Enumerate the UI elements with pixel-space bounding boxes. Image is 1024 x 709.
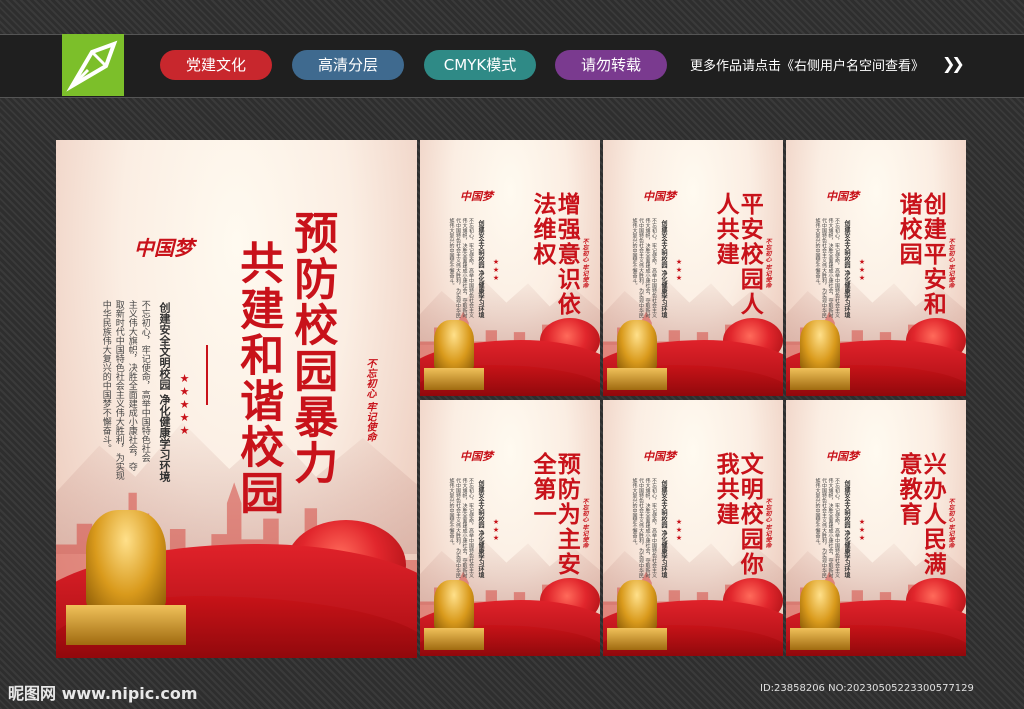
stone-lion bbox=[617, 320, 657, 370]
small-poster-title: 创建平安和谐校园 bbox=[895, 192, 947, 317]
stone-lion bbox=[800, 580, 840, 630]
star-decoration: ★★★ bbox=[675, 518, 683, 542]
lion-pedestal bbox=[424, 628, 484, 650]
small-poster: 中国梦 创建平安和谐校园 创建安全文明校园 净化健康学习环境 不忘初心，牢记使命… bbox=[786, 140, 966, 396]
pill-cmyk-mode[interactable]: CMYK模式 bbox=[424, 50, 536, 80]
main-body-3: 取新时代中国特色社会主义伟大胜利，为实现 bbox=[113, 300, 124, 480]
small-poster-title: 增强意识依法维权 bbox=[529, 192, 581, 317]
star-decoration: ★★★ bbox=[492, 518, 500, 542]
lion-pedestal bbox=[607, 368, 667, 390]
small-poster-title: 兴办人民满意教育 bbox=[895, 452, 947, 577]
small-poster: 中国梦 预防为主安全第一 创建安全文明校园 净化健康学习环境 不忘初心，牢记使命… bbox=[420, 400, 600, 656]
lion-pedestal bbox=[66, 605, 186, 645]
star-decoration: ★★★ bbox=[858, 258, 866, 282]
china-dream-logo: 中国梦 bbox=[643, 450, 676, 463]
main-subtitle: 创建安全文明校园 净化健康学习环境 bbox=[158, 302, 171, 482]
lion-pedestal bbox=[790, 368, 850, 390]
image-id-text: ID:23858206 NO:20230505223300577129 bbox=[760, 683, 974, 694]
stone-lion bbox=[434, 320, 474, 370]
small-poster-title: 平安校园人人共建 bbox=[712, 192, 764, 317]
star-decoration: ★★★ bbox=[492, 258, 500, 282]
pill-hd-layers[interactable]: 高清分层 bbox=[292, 50, 404, 80]
star-decoration: ★★★ bbox=[675, 258, 683, 282]
lion-pedestal bbox=[790, 628, 850, 650]
small-body: 不忘初心，牢记使命，高举中国特色社会主义伟大旗帜，决胜全面建成小康社会，夺取新时… bbox=[814, 218, 841, 318]
main-title-col1: 预防校园暴力 bbox=[286, 210, 338, 486]
small-subtitle: 创建安全文明校园 净化健康学习环境 bbox=[477, 480, 484, 579]
seal-motto: 不忘初心 牢记使命 bbox=[947, 238, 954, 289]
small-subtitle: 创建安全文明校园 净化健康学习环境 bbox=[660, 480, 667, 579]
small-subtitle: 创建安全文明校园 净化健康学习环境 bbox=[843, 480, 850, 579]
small-body: 不忘初心，牢记使命，高举中国特色社会主义伟大旗帜，决胜全面建成小康社会，夺取新时… bbox=[814, 478, 841, 578]
china-dream-logo: 中国梦 bbox=[460, 450, 493, 463]
china-dream-logo: 中国梦 bbox=[826, 190, 859, 203]
main-poster: 中国梦 预防校园暴力 共建和谐校园 ★★★★★ 创建安全文明校园 净化健康学习环… bbox=[56, 140, 417, 658]
brand-logo[interactable] bbox=[62, 34, 124, 96]
main-body-4: 中华民族伟大复兴的中国梦不懈奋斗。 bbox=[100, 300, 111, 453]
star-decoration: ★★★★★ bbox=[178, 372, 191, 437]
small-body: 不忘初心，牢记使命，高举中国特色社会主义伟大旗帜，决胜全面建成小康社会，夺取新时… bbox=[631, 478, 658, 578]
main-body-1: 不忘初心，牢记使命，高举中国特色社会 bbox=[139, 300, 150, 462]
china-dream-logo: 中国梦 bbox=[826, 450, 859, 463]
stone-lion bbox=[617, 580, 657, 630]
small-body: 不忘初心，牢记使命，高举中国特色社会主义伟大旗帜，决胜全面建成小康社会，夺取新时… bbox=[448, 478, 475, 578]
small-poster: 中国梦 平安校园人人共建 创建安全文明校园 净化健康学习环境 不忘初心，牢记使命… bbox=[603, 140, 783, 396]
double-chevron-right-icon[interactable]: ❯❯ bbox=[942, 54, 965, 73]
seal-motto: 不忘初心 牢记使命 bbox=[764, 238, 771, 289]
seal-motto: 不忘初心 牢记使命 bbox=[764, 498, 771, 549]
seal-motto: 不忘初心 牢记使命 bbox=[364, 358, 375, 442]
china-dream-logo: 中国梦 bbox=[134, 236, 194, 260]
small-poster: 中国梦 文明校园你我共建 创建安全文明校园 净化健康学习环境 不忘初心，牢记使命… bbox=[603, 400, 783, 656]
small-poster: 中国梦 兴办人民满意教育 创建安全文明校园 净化健康学习环境 不忘初心，牢记使命… bbox=[786, 400, 966, 656]
small-body: 不忘初心，牢记使命，高举中国特色社会主义伟大旗帜，决胜全面建成小康社会，夺取新时… bbox=[631, 218, 658, 318]
divider-line bbox=[206, 345, 208, 405]
seal-motto: 不忘初心 牢记使命 bbox=[947, 498, 954, 549]
lion-pedestal bbox=[424, 368, 484, 390]
pill-party-culture[interactable]: 党建文化 bbox=[160, 50, 272, 80]
small-body: 不忘初心，牢记使命，高举中国特色社会主义伟大旗帜，决胜全面建成小康社会，夺取新时… bbox=[448, 218, 475, 318]
seal-motto: 不忘初心 牢记使命 bbox=[581, 238, 588, 289]
lion-pedestal bbox=[607, 628, 667, 650]
main-title-col2: 共建和谐校园 bbox=[232, 240, 284, 516]
small-poster-title: 预防为主安全第一 bbox=[529, 452, 581, 577]
seal-motto: 不忘初心 牢记使命 bbox=[581, 498, 588, 549]
watermark-text: 昵图网 www.nipic.com bbox=[8, 684, 198, 703]
stone-lion bbox=[434, 580, 474, 630]
stone-lion bbox=[86, 510, 166, 610]
small-poster-title: 文明校园你我共建 bbox=[712, 452, 764, 577]
small-subtitle: 创建安全文明校园 净化健康学习环境 bbox=[660, 220, 667, 319]
more-works-link[interactable]: 更多作品请点击《右侧用户名空间查看》 bbox=[690, 55, 924, 74]
stone-lion bbox=[800, 320, 840, 370]
pill-no-repost[interactable]: 请勿转载 bbox=[555, 50, 667, 80]
main-body-2: 主义伟大旗帜，决胜全面建成小康社会，夺 bbox=[126, 300, 137, 471]
star-decoration: ★★★ bbox=[858, 518, 866, 542]
small-poster: 中国梦 增强意识依法维权 创建安全文明校园 净化健康学习环境 不忘初心，牢记使命… bbox=[420, 140, 600, 396]
small-subtitle: 创建安全文明校园 净化健康学习环境 bbox=[843, 220, 850, 319]
china-dream-logo: 中国梦 bbox=[643, 190, 676, 203]
small-subtitle: 创建安全文明校园 净化健康学习环境 bbox=[477, 220, 484, 319]
china-dream-logo: 中国梦 bbox=[460, 190, 493, 203]
